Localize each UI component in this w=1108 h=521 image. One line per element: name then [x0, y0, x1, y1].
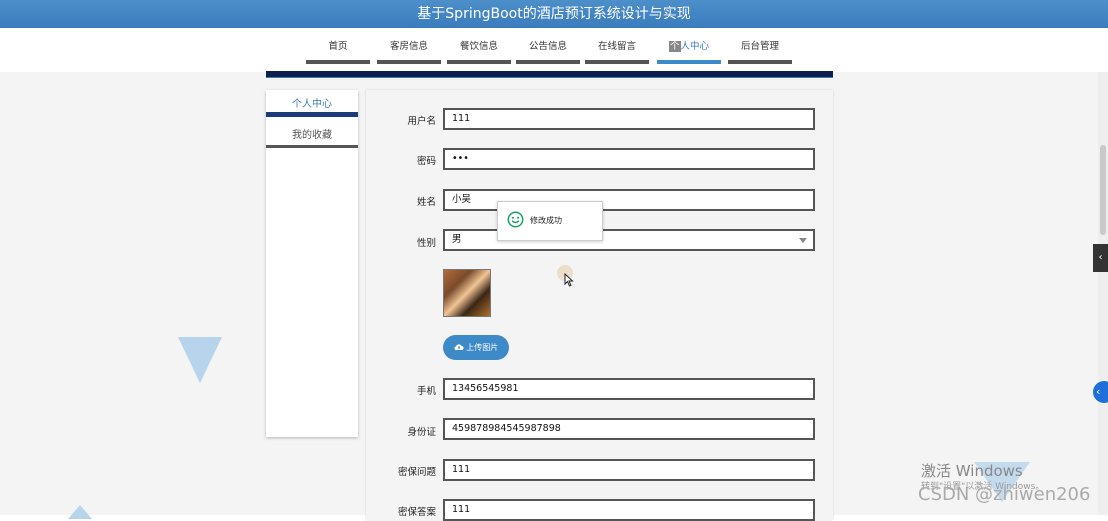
username-input[interactable]: 111 [443, 108, 815, 130]
sidebar-item-favorites[interactable]: 我的收藏 [266, 124, 358, 148]
nav-profile-first-char: 个 [668, 41, 681, 52]
sidebar-item-profile[interactable]: 个人中心 [266, 93, 358, 117]
idcard-input[interactable]: 459878984545987898 [443, 418, 815, 440]
nav-notices[interactable]: 公告信息 [516, 40, 580, 64]
idcard-label: 身份证 [407, 427, 436, 438]
chevron-left-icon: ‹ [1096, 385, 1101, 398]
windows-activation-title: 激活 Windows [921, 462, 1023, 480]
nav-rooms[interactable]: 客房信息 [377, 40, 441, 64]
gender-label: 性别 [416, 238, 436, 249]
csdn-watermark: CSDN @zhiwen206 [918, 484, 1091, 505]
security-answer-input[interactable]: 111 [443, 499, 815, 521]
phone-input[interactable]: 13456545981 [443, 378, 815, 400]
nav-dining[interactable]: 餐饮信息 [447, 40, 511, 64]
chevron-down-icon [799, 238, 807, 243]
success-toast: 修改成功 [497, 201, 603, 241]
nav-messages[interactable]: 在线留言 [585, 40, 649, 64]
nav-profile-rest: 人中心 [680, 41, 710, 52]
sidebar: 个人中心 我的收藏 [266, 90, 358, 437]
security-answer-label: 密保答案 [397, 507, 436, 518]
upload-image-button[interactable]: 上传图片 [443, 335, 509, 360]
nav-divider [266, 71, 833, 78]
mouse-pointer-icon [564, 273, 574, 287]
toast-message: 修改成功 [530, 216, 562, 225]
avatar [443, 269, 491, 317]
nav-admin[interactable]: 后台管理 [728, 40, 792, 64]
security-question-label: 密保问题 [397, 467, 436, 478]
scrollbar-thumb[interactable] [1100, 145, 1106, 235]
nav-home[interactable]: 首页 [306, 40, 370, 64]
side-panel-toggle[interactable]: ‹ [1093, 244, 1108, 272]
phone-label: 手机 [416, 386, 436, 397]
username-label: 用户名 [407, 116, 436, 127]
password-label: 密码 [416, 156, 436, 167]
scrollbar-track[interactable] [1098, 72, 1108, 515]
decor-triangle [178, 337, 222, 383]
name-label: 姓名 [416, 197, 436, 208]
security-question-input[interactable]: 111 [443, 459, 815, 481]
chevron-left-icon: ‹ [1098, 252, 1103, 263]
smile-icon [507, 211, 524, 228]
cloud-upload-icon [454, 344, 464, 351]
app-title-bar: 基于SpringBoot的酒店预订系统设计与实现 [0, 0, 1108, 28]
upload-button-label: 上传图片 [466, 343, 499, 352]
gender-value: 男 [452, 234, 462, 245]
nav-profile[interactable]: 个人中心 [657, 40, 721, 64]
page-title: 基于SpringBoot的酒店预订系统设计与实现 [417, 6, 691, 22]
decor-triangle [68, 505, 92, 519]
password-input[interactable]: ••• [443, 148, 815, 170]
float-collapse-button[interactable]: ‹ [1093, 381, 1108, 403]
